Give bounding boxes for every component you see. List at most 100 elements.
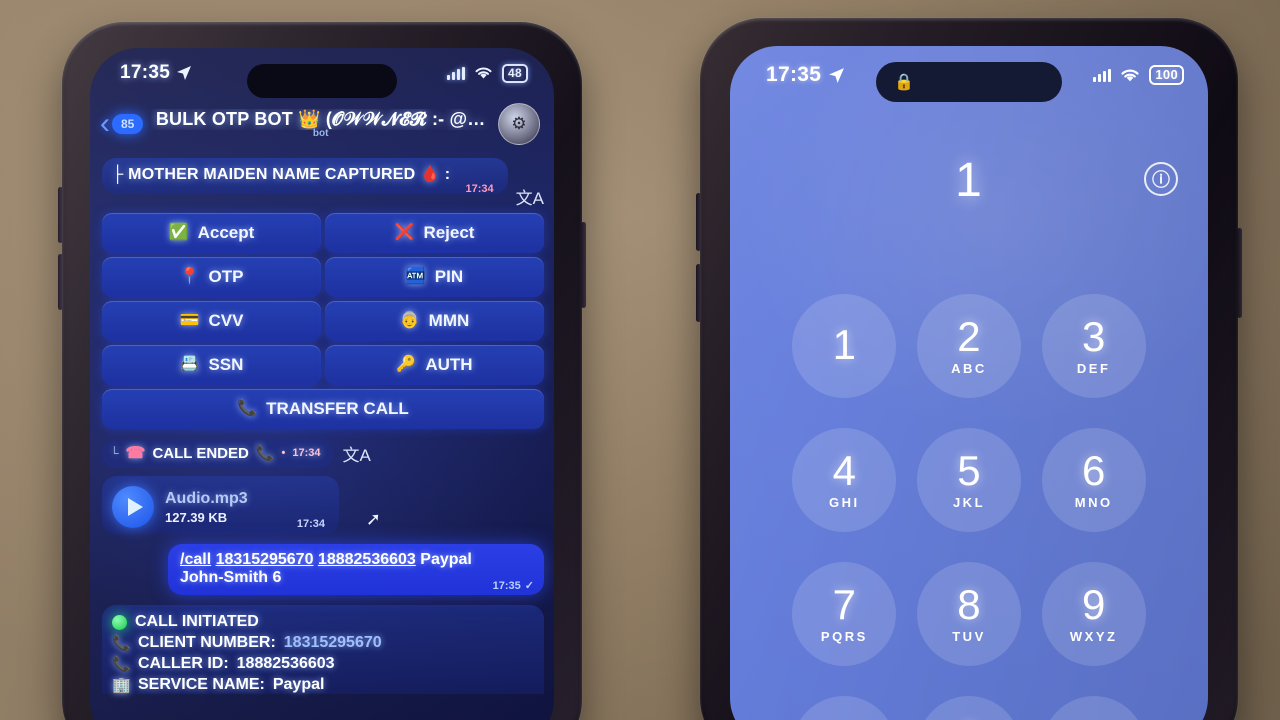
right-phone-volume-down-button[interactable] <box>696 264 701 322</box>
keyboard-button-otp[interactable]: 📍 OTP <box>102 257 321 297</box>
audio-timestamp: 17:34 <box>296 518 325 530</box>
battery-level: 48 <box>502 63 528 83</box>
right-phone-power-button[interactable] <box>1237 228 1242 318</box>
call-ended-message[interactable]: └ ☎ CALL ENDED 📞 • 17:34 <box>102 439 333 468</box>
chat-title-group[interactable]: BULK OTP BOT 👑 (𝓞𝒲𝒲𝓝𝓔𝓡 :- @… bot <box>151 109 490 139</box>
keyboard-button-mmn[interactable]: 👵 MMN <box>325 301 544 341</box>
caller-id-link[interactable]: 18882536603 <box>318 551 416 568</box>
client-number-link[interactable]: 18315295670 <box>216 551 314 568</box>
keypad-letters: WXYZ <box>1069 629 1118 644</box>
keypad-digit: 7 <box>832 581 856 628</box>
service-name-value: Paypal <box>272 676 325 693</box>
keyboard-button-reject[interactable]: ❌ Reject <box>325 213 544 253</box>
caller-id-label: CALLER ID: <box>138 655 229 672</box>
telephone-receiver-icon: 📞 <box>255 445 275 462</box>
keypad-digit: 9 <box>1081 581 1106 628</box>
keypad-digit: 4 <box>832 447 856 494</box>
right-dynamic-island: 🔒 <box>876 62 1062 102</box>
keypad-key-6[interactable]: 6 MNO <box>1041 428 1146 532</box>
keypad-letters: ABC <box>951 361 987 376</box>
keypad-letters: PQRS <box>820 629 868 644</box>
credit-card-icon: 💳 <box>179 312 200 329</box>
target-duration: 6 <box>272 569 282 586</box>
keypad-key-1[interactable]: 1 <box>792 294 897 398</box>
keyboard-row: 📇 SSN 🔑 AUTH <box>102 345 544 385</box>
keypad-digit: 2 <box>957 313 981 360</box>
right-status-time: 17:35 <box>766 63 822 86</box>
keypad-digit: 8 <box>957 581 981 628</box>
atm-sign-icon: 🏧 <box>405 268 426 285</box>
keypad-key-7[interactable]: 7 PQRS <box>792 562 897 666</box>
client-number-row: 📞 CLIENT NUMBER: 18315295670 <box>112 634 532 652</box>
mmn-captured-banner: ├ MOTHER MAIDEN NAME CAPTURED 🩸 : 17:34 <box>102 158 508 195</box>
keyboard-button-cvv[interactable]: 💳 CVV <box>102 301 321 341</box>
keypad-key-hash[interactable]: # <box>1041 696 1146 720</box>
key-icon: 🔑 <box>396 356 417 373</box>
keyboard-button-label: AUTH <box>425 355 473 374</box>
chevron-left-icon: ‹ <box>100 107 110 140</box>
call-initiated-label: CALL INITIATED <box>135 613 259 630</box>
left-phone-volume-down-button[interactable] <box>58 254 63 310</box>
keypad-key-2[interactable]: 2 ABC <box>916 294 1021 398</box>
left-phone-screen: 17:35 48 ‹ 85 BULK OTP BOT 👑 (𝓞𝒲𝒲𝓝𝓔𝓡:- … <box>90 48 554 720</box>
left-phone-volume-up-button[interactable] <box>58 187 63 243</box>
client-number-icon: 📞 <box>112 635 131 652</box>
banner-text: ├ MOTHER MAIDEN NAME CAPTURED 🩸 : <box>112 166 451 183</box>
bot-avatar-icon[interactable]: ⚙ <box>498 103 540 145</box>
keypad-key-4[interactable]: 4 GHI <box>792 428 897 532</box>
keypad-letters: TUV <box>952 629 986 644</box>
left-status-indicators: 48 <box>447 63 528 83</box>
bot-inline-keyboard: ✅ Accept ❌ Reject 📍 OTP 🏧 PIN 💳 CVV 👵 MM… <box>90 209 554 429</box>
play-icon[interactable] <box>112 486 154 528</box>
call-ended-timestamp: 17:34 <box>292 447 321 459</box>
cellular-signal-icon <box>1093 68 1112 82</box>
right-status-indicators: 100 <box>1093 65 1184 85</box>
keypad-key-9[interactable]: 9 WXYZ <box>1041 562 1146 666</box>
translate-icon[interactable]: 文A <box>516 184 544 209</box>
keyboard-button-label: CVV <box>208 311 244 330</box>
audio-filename: Audio.mp3 <box>165 489 248 507</box>
call-initiated-message[interactable]: CALL INITIATED 📞 CLIENT NUMBER: 18315295… <box>102 605 544 694</box>
outgoing-call-command-bubble[interactable]: /call 18315295670 18882536603 Paypal Joh… <box>168 544 544 595</box>
info-button[interactable]: ⓘ <box>1144 162 1178 196</box>
keyboard-button-auth[interactable]: 🔑 AUTH <box>325 345 544 385</box>
right-status-time-group: 17:35 <box>766 63 845 87</box>
check-mark-icon: ✅ <box>168 224 189 241</box>
keyboard-button-ssn[interactable]: 📇 SSN <box>102 345 321 385</box>
telephone-receiver-icon: 📞 <box>237 400 258 417</box>
keyboard-row: 📞 TRANSFER CALL <box>102 389 544 429</box>
left-phone-power-button[interactable] <box>581 222 586 308</box>
command-line-1: /call 18315295670 18882536603 Paypal <box>180 551 532 569</box>
forward-arrow-icon[interactable]: ➚ <box>366 509 381 530</box>
left-dynamic-island <box>247 64 397 98</box>
keyboard-button-label: PIN <box>434 267 464 286</box>
keypad-digit: 6 <box>1081 447 1106 494</box>
right-phone-volume-up-button[interactable] <box>696 193 701 251</box>
audio-message-bubble[interactable]: Audio.mp3 127.39 KB 17:34 ➚ <box>102 476 381 534</box>
keyboard-row: ✅ Accept ❌ Reject <box>102 213 544 253</box>
keypad-key-5[interactable]: 5 JKL <box>916 428 1021 532</box>
service-name-label: SERVICE NAME: <box>138 676 265 693</box>
call-command[interactable]: /call <box>180 551 211 568</box>
audio-meta: Audio.mp3 127.39 KB <box>165 490 248 525</box>
keyboard-button-pin[interactable]: 🏧 PIN <box>325 257 544 297</box>
keypad-letters: DEF <box>1076 361 1111 376</box>
right-phone-screen: 🔒 17:35 100 ⓘ 1 1 2 ABC 3 DEF 4 GHI 5 JK… <box>730 46 1208 720</box>
back-button[interactable]: ‹ 85 <box>100 107 144 140</box>
keypad-key-8[interactable]: 8 TUV <box>916 562 1021 666</box>
keypad-key-3[interactable]: 3 DEF <box>1041 294 1146 398</box>
translate-icon[interactable]: 文A <box>343 441 371 466</box>
wifi-icon <box>1121 69 1140 81</box>
dialer-keypad: 1 2 ABC 3 DEF 4 GHI 5 JKL 6 MNO 7 PQRS 8… <box>730 294 1208 720</box>
keyboard-button-label: Reject <box>423 223 475 242</box>
keypad-key-star[interactable]: ∗ <box>792 696 897 720</box>
keyboard-button-transfer-call[interactable]: 📞 TRANSFER CALL <box>102 389 544 429</box>
message-list: └ ☎ CALL ENDED 📞 • 17:34 文A Audio.mp3 12… <box>90 433 554 694</box>
keypad-key-0[interactable]: 0 + <box>916 696 1021 720</box>
keypad-letters: GHI <box>829 495 860 510</box>
keyboard-button-accept[interactable]: ✅ Accept <box>102 213 321 253</box>
caller-id-icon: 📞 <box>112 656 131 673</box>
keyboard-row: 💳 CVV 👵 MMN <box>102 301 544 341</box>
audio-filesize: 127.39 KB <box>165 509 228 525</box>
keyboard-button-label: OTP <box>208 267 244 286</box>
